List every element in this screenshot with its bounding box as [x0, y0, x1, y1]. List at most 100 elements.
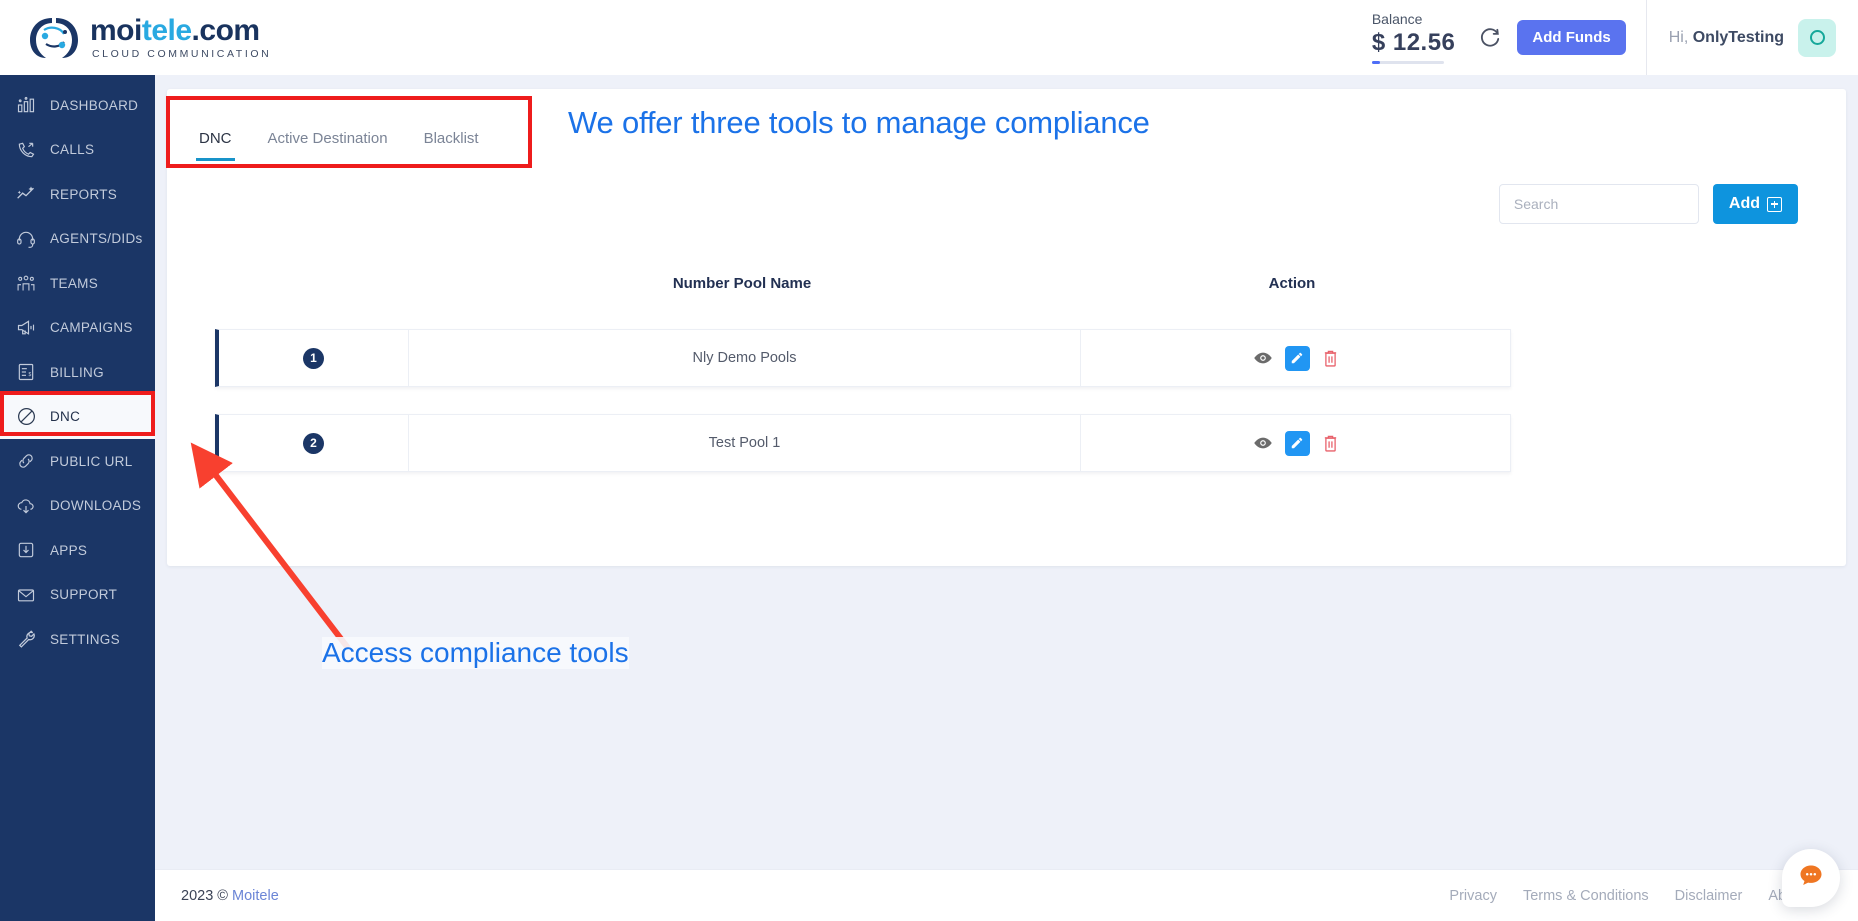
- balance-amount: $ 12.56: [1371, 29, 1456, 56]
- eye-icon[interactable]: [1253, 435, 1273, 451]
- footer-link-terms[interactable]: Terms & Conditions: [1523, 888, 1649, 904]
- main-content: DNC Active Destination Blacklist Add Num…: [155, 75, 1858, 921]
- svg-text:$: $: [29, 372, 32, 378]
- dnc-panel: DNC Active Destination Blacklist Add Num…: [167, 89, 1846, 566]
- phone-icon: [10, 137, 42, 163]
- plus-square-icon: [1767, 196, 1782, 212]
- pencil-icon[interactable]: [1284, 345, 1310, 371]
- sidebar-navigation: DASHBOARD CALLS REPORTS AGENTS/DIDs TEAM…: [0, 75, 155, 921]
- headset-icon: [10, 226, 42, 252]
- sidebar-item-public-url[interactable]: PUBLIC URL: [0, 439, 155, 484]
- chat-widget-button[interactable]: [1782, 849, 1840, 907]
- headset-network-icon: [26, 14, 82, 62]
- sidebar-item-billing[interactable]: $ BILLING: [0, 350, 155, 395]
- sidebar-item-label: TEAMS: [50, 275, 99, 291]
- sidebar-item-downloads[interactable]: DOWNLOADS: [0, 484, 155, 529]
- envelope-icon: [10, 582, 42, 608]
- annotation-label: Access compliance tools: [322, 637, 629, 669]
- row-index-cell: 2: [219, 415, 409, 471]
- avatar[interactable]: [1798, 18, 1836, 57]
- table-row[interactable]: 1 Nly Demo Pools: [215, 329, 1511, 387]
- sidebar-item-label: SETTINGS: [50, 631, 120, 647]
- table-row[interactable]: 2 Test Pool 1: [215, 414, 1511, 472]
- tab-active-destination[interactable]: Active Destination: [250, 130, 406, 161]
- sidebar-item-label: SUPPORT: [50, 587, 118, 603]
- tab-blacklist[interactable]: Blacklist: [406, 130, 497, 161]
- sidebar-item-label: DASHBOARD: [50, 97, 139, 113]
- invoice-icon: $: [10, 359, 42, 385]
- footer-links: Privacy Terms & Conditions Disclaimer Ab…: [1449, 888, 1828, 904]
- row-actions: [1081, 430, 1510, 456]
- brand-name-part2: tele: [141, 13, 192, 47]
- sidebar-item-label: CALLS: [50, 142, 95, 158]
- row-pool-name: Nly Demo Pools: [409, 330, 1081, 386]
- brand-wordmark: moitele.com CLOUD COMMUNICATION: [90, 13, 272, 60]
- user-menu[interactable]: Hi, OnlyTesting: [1645, 0, 1858, 75]
- balance-block: Balance $ 12.56: [1371, 11, 1474, 64]
- row-pool-name: Test Pool 1: [409, 415, 1081, 471]
- sidebar-item-support[interactable]: SUPPORT: [0, 573, 155, 618]
- balance-progress-bar: [1371, 61, 1444, 64]
- eye-icon[interactable]: [1253, 350, 1273, 366]
- wrench-icon: [10, 626, 42, 652]
- add-funds-button[interactable]: Add Funds: [1517, 20, 1626, 55]
- greeting-prefix: Hi,: [1668, 28, 1693, 46]
- no-entry-icon: [10, 404, 42, 430]
- people-icon: [10, 270, 42, 296]
- chart-bars-icon: [10, 92, 42, 118]
- sidebar-item-agents-dids[interactable]: AGENTS/DIDs: [0, 217, 155, 262]
- username: OnlyTesting: [1692, 28, 1784, 46]
- chat-bubble-icon: [1797, 862, 1825, 895]
- trash-icon[interactable]: [1322, 349, 1339, 368]
- search-input[interactable]: [1498, 184, 1699, 224]
- sidebar-item-label: DOWNLOADS: [50, 498, 142, 514]
- trending-up-icon: [10, 181, 42, 207]
- megaphone-icon: [10, 315, 42, 341]
- add-button[interactable]: Add: [1712, 184, 1798, 224]
- status-badge: 1: [303, 347, 324, 369]
- brand-name-part3: .com: [191, 13, 261, 47]
- greeting-text: Hi, OnlyTesting: [1669, 29, 1784, 47]
- footer-link-disclaimer[interactable]: Disclaimer: [1675, 888, 1743, 904]
- table-toolbar: Add: [1498, 184, 1798, 224]
- sidebar-item-reports[interactable]: REPORTS: [0, 172, 155, 217]
- sidebar-item-label: DNC: [50, 409, 81, 425]
- top-header: moitele.com CLOUD COMMUNICATION Balance …: [0, 0, 1858, 75]
- header-right-group: Balance $ 12.56 Add Funds Hi, OnlyTestin…: [1371, 0, 1858, 75]
- sidebar-item-calls[interactable]: CALLS: [0, 128, 155, 173]
- column-header-action: Action: [1268, 275, 1316, 292]
- link-icon: [10, 448, 42, 474]
- column-header-number-pool-name: Number Pool Name: [672, 275, 812, 292]
- sidebar-item-label: AGENTS/DIDs: [50, 231, 143, 247]
- copyright-year: 2023 ©: [181, 887, 228, 904]
- row-index-cell: 1: [219, 330, 409, 386]
- application-window: moitele.com CLOUD COMMUNICATION Balance …: [0, 0, 1858, 921]
- sidebar-item-label: BILLING: [50, 364, 104, 380]
- sidebar-item-label: APPS: [50, 542, 88, 558]
- table-header-row: Number Pool Name Action: [167, 275, 1846, 292]
- page-footer: 2023 © Moitele Privacy Terms & Condition…: [155, 869, 1858, 921]
- sidebar-item-label: PUBLIC URL: [50, 453, 133, 469]
- sidebar-item-teams[interactable]: TEAMS: [0, 261, 155, 306]
- sidebar-item-dashboard[interactable]: DASHBOARD: [0, 83, 155, 128]
- brand-logo[interactable]: moitele.com CLOUD COMMUNICATION: [26, 14, 271, 62]
- brand-name-part1: moi: [90, 13, 142, 47]
- cloud-download-icon: [10, 493, 42, 519]
- refresh-icon[interactable]: [1473, 21, 1507, 55]
- copyright: 2023 © Moitele: [181, 888, 279, 904]
- brand-tagline: CLOUD COMMUNICATION: [92, 47, 272, 60]
- footer-brand-link[interactable]: Moitele: [232, 888, 279, 904]
- balance-label: Balance: [1371, 11, 1423, 27]
- pencil-icon[interactable]: [1284, 430, 1310, 456]
- sidebar-item-apps[interactable]: APPS: [0, 528, 155, 573]
- sidebar-item-settings[interactable]: SETTINGS: [0, 617, 155, 662]
- column-header-index: [167, 275, 407, 292]
- footer-link-privacy[interactable]: Privacy: [1449, 888, 1497, 904]
- add-button-label: Add: [1728, 195, 1760, 212]
- annotation-title: We offer three tools to manage complianc…: [568, 105, 1150, 140]
- row-actions: [1081, 345, 1510, 371]
- sidebar-item-campaigns[interactable]: CAMPAIGNS: [0, 306, 155, 351]
- trash-icon[interactable]: [1322, 434, 1339, 453]
- tab-dnc[interactable]: DNC: [181, 130, 250, 161]
- sidebar-item-dnc[interactable]: DNC: [0, 394, 155, 439]
